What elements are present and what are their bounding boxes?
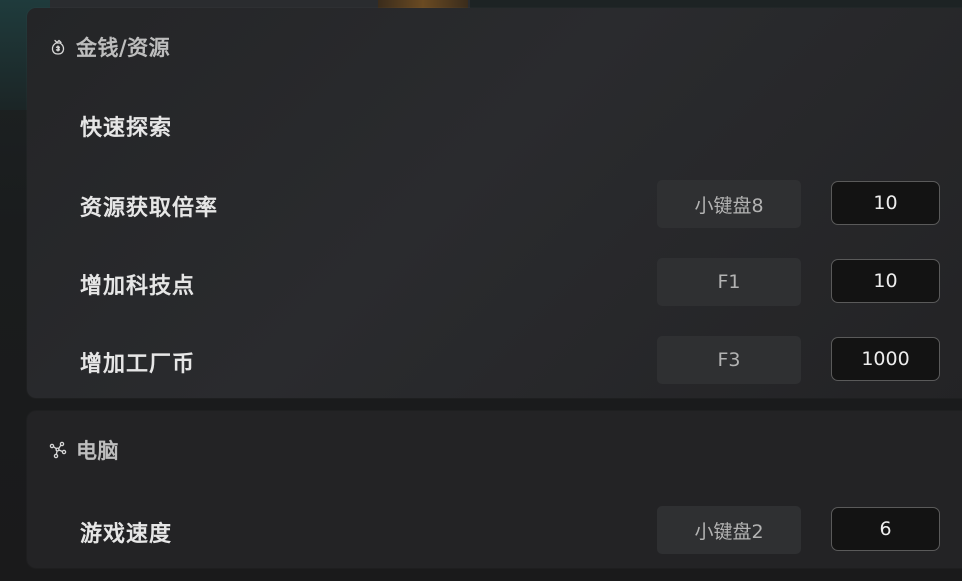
section-header-computer: 电脑 <box>49 435 119 465</box>
value-input-add-factory-coins[interactable] <box>831 337 940 381</box>
cheat-label-resource-multiplier: 资源获取倍率 <box>80 196 219 221</box>
row-add-tech-points: 增加科技点 F1 <box>27 258 962 306</box>
cheat-label-add-factory-coins: 增加工厂币 <box>80 352 196 377</box>
network-nodes-icon <box>49 441 67 459</box>
section-title-computer: 电脑 <box>76 439 119 463</box>
hotkey-button-game-speed[interactable]: 小键盘2 <box>657 506 801 554</box>
row-add-factory-coins: 增加工厂币 F3 <box>27 336 962 384</box>
section-computer: 电脑 游戏速度 小键盘2 <box>27 411 962 568</box>
row-resource-multiplier: 资源获取倍率 小键盘8 <box>27 180 962 228</box>
section-title-money: 金钱/资源 <box>76 36 171 60</box>
money-bag-icon <box>49 38 67 56</box>
hotkey-button-add-tech-points[interactable]: F1 <box>657 258 801 306</box>
hotkey-button-add-factory-coins[interactable]: F3 <box>657 336 801 384</box>
value-input-resource-multiplier[interactable] <box>831 181 940 225</box>
cheat-label-add-tech-points: 增加科技点 <box>80 274 196 299</box>
row-game-speed: 游戏速度 小键盘2 <box>27 506 962 554</box>
cheat-label-quick-explore: 快速探索 <box>80 116 173 141</box>
section-money-resources: 金钱/资源 快速探索 资源获取倍率 小键盘8 增加科技点 F1 增加工厂币 F3 <box>27 8 962 398</box>
section-header-money: 金钱/资源 <box>49 32 170 62</box>
value-input-game-speed[interactable] <box>831 507 940 551</box>
cheat-label-game-speed: 游戏速度 <box>80 522 173 547</box>
hotkey-button-resource-multiplier[interactable]: 小键盘8 <box>657 180 801 228</box>
row-quick-explore[interactable]: 快速探索 <box>27 100 962 148</box>
value-input-add-tech-points[interactable] <box>831 259 940 303</box>
